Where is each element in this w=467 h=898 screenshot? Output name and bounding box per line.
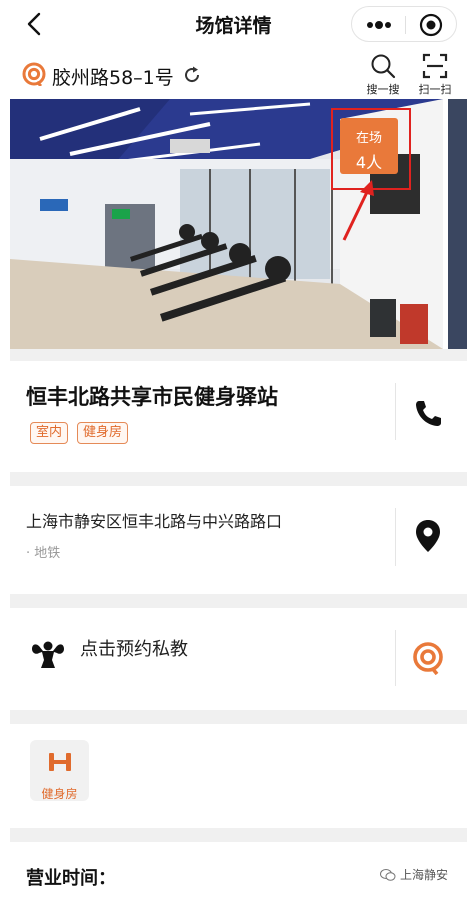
brand-swirl-icon [22,62,46,86]
search-button[interactable]: 搜一搜 [359,53,407,97]
transit-info: · 地铁 [26,546,61,561]
facility-label: 健身房 [41,787,78,801]
wechat-watermark-icon [380,869,396,881]
watermark-text: 上海静安 [400,868,449,882]
location-bar: 胶州路58–1号 搜一搜 扫一扫 [0,50,467,98]
capsule-divider [405,16,406,34]
venue-address: 上海市静安区恒丰北路与中兴路路口 [26,512,283,531]
target-circle-icon[interactable] [419,13,443,37]
brand-swirl-icon [413,642,443,675]
section-divider [10,710,467,724]
hours-card: 营业时间： [10,842,467,898]
phone-icon[interactable] [413,398,443,428]
location-pin-icon[interactable] [415,519,441,553]
more-dots-icon[interactable] [362,15,396,35]
facilities-card: 健身房 [10,724,467,828]
venue-name: 恒丰北路共享市民健身驿站 [26,385,278,409]
section-divider [10,472,467,486]
facility-gym[interactable]: 健身房 [30,740,89,801]
dumbbell-icon [48,753,71,771]
opening-hours-title: 营业时间： [26,868,116,889]
venue-info-card: 恒丰北路共享市民健身驿站 室内 健身房 [10,361,467,472]
search-icon [371,54,396,79]
tag-indoor: 室内 [30,422,69,444]
scan-button[interactable]: 扫一扫 [411,53,459,97]
section-divider [10,594,467,608]
navigation-bar: 场馆详情 [0,0,467,48]
muscle-icon [32,641,64,668]
vertical-divider [395,383,396,440]
tag-gym: 健身房 [77,422,129,444]
next-photo-preview[interactable] [448,99,467,349]
scan-label: 扫一扫 [418,83,452,96]
current-location[interactable]: 胶州路58–1号 [52,63,174,90]
vertical-divider [395,508,396,566]
section-divider [10,349,467,361]
annotation-arrow-icon [342,180,374,241]
mini-program-capsule [351,6,457,42]
address-card[interactable]: 上海市静安区恒丰北路与中兴路路口 · 地铁 [10,486,467,594]
coach-booking-card[interactable]: 点击预约私教 [10,608,467,710]
section-divider [10,828,467,842]
search-label: 搜一搜 [366,83,400,96]
scan-icon [422,53,448,79]
book-coach-text: 点击预约私教 [80,639,188,660]
refresh-icon[interactable] [182,65,202,85]
vertical-divider [395,630,396,686]
